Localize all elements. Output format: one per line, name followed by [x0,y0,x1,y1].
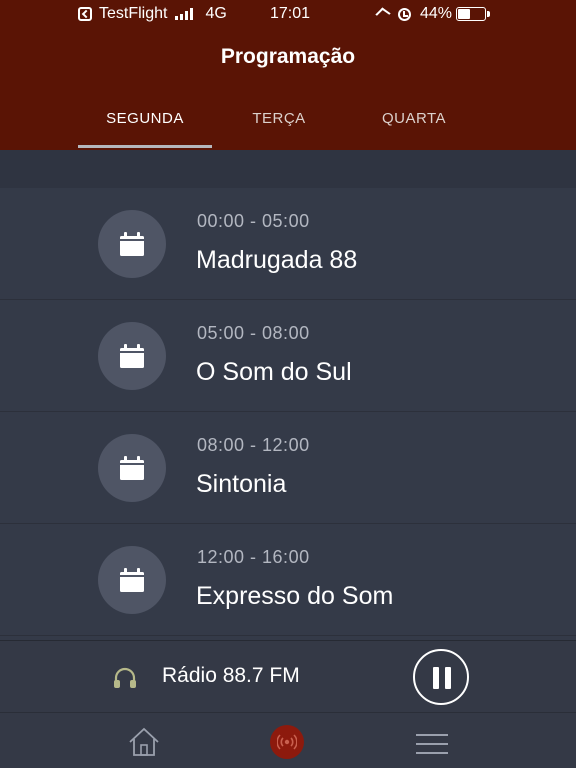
program-name: Expresso do Som [196,582,394,610]
active-tab-indicator [78,145,212,148]
signal-strength-icon [175,8,195,20]
pause-icon-bar [445,667,451,689]
tab-terca[interactable]: TERÇA [212,105,346,150]
app-header: TestFlight 4G 17:01 44% Programação SEGU… [0,0,576,150]
list-header-spacer [0,150,576,188]
list-item[interactable]: 00:00 - 05:00 Madrugada 88 [0,188,576,300]
battery-icon [456,7,491,21]
back-to-app-icon[interactable] [78,7,92,21]
program-name: Sintonia [196,470,287,498]
battery-percent: 44% [420,5,453,22]
tab-segunda[interactable]: SEGUNDA [78,105,212,150]
battery-level [458,9,471,19]
pause-button[interactable] [413,649,469,705]
calendar-icon [98,434,166,502]
program-name: O Som do Sul [196,358,352,386]
status-left: TestFlight 4G [78,5,227,23]
program-name: Madrugada 88 [196,246,358,274]
program-time: 00:00 - 05:00 [197,211,310,231]
pause-icon [433,667,439,689]
schedule-list: 00:00 - 05:00 Madrugada 88 05:00 - 08:00… [0,188,576,636]
program-time: 08:00 - 12:00 [197,435,310,455]
station-name: Rádio 88.7 FM [162,664,300,687]
battery-cap [487,11,491,17]
calendar-icon [98,546,166,614]
day-tabs: SEGUNDA TERÇA QUARTA [0,105,576,150]
now-playing-bar: Rádio 88.7 FM [0,640,576,712]
bottom-nav [0,712,576,768]
program-time: 12:00 - 16:00 [197,547,310,567]
page-title: Programação [220,45,356,68]
alarm-icon [398,7,411,21]
home-icon[interactable] [128,727,160,762]
list-item[interactable]: 12:00 - 16:00 Expresso do Som [0,524,576,636]
calendar-icon [98,210,166,278]
menu-icon[interactable] [416,734,448,761]
headphones-icon [113,667,137,694]
status-time: 17:01 [270,5,311,22]
network-type: 4G [205,5,227,22]
carrier-label: TestFlight [99,5,168,22]
list-item[interactable]: 05:00 - 08:00 O Som do Sul [0,300,576,412]
location-icon [375,7,391,21]
status-bar: TestFlight 4G 17:01 44% [0,0,576,30]
radio-broadcast-icon[interactable] [270,725,304,759]
tab-quarta[interactable]: QUARTA [346,105,482,150]
calendar-icon [98,322,166,390]
status-right: 44% [375,5,491,23]
program-time: 05:00 - 08:00 [197,323,310,343]
list-item[interactable]: 08:00 - 12:00 Sintonia [0,412,576,524]
